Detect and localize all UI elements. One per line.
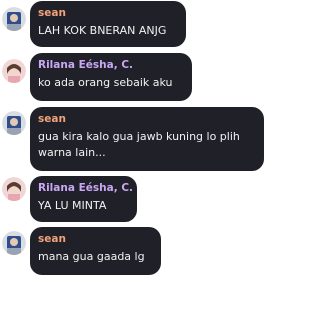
chat-message: sean gua kira kalo gua jawb kuning lo pl… bbox=[0, 107, 267, 172]
rilana-avatar-icon[interactable] bbox=[2, 59, 26, 83]
sender-name[interactable]: Rilana Eésha, C. bbox=[38, 58, 182, 72]
sender-name[interactable]: sean bbox=[38, 232, 151, 246]
sean-avatar-icon[interactable] bbox=[2, 111, 26, 135]
sean-avatar-icon[interactable] bbox=[2, 231, 26, 255]
message-bubble: sean LAH KOK BNERAN ANJG bbox=[30, 1, 186, 47]
chat-message: Rilana Eésha, C. YA LU MINTA bbox=[0, 176, 267, 224]
chat-message: sean mana gua gaada lg bbox=[0, 227, 267, 277]
message-text: LAH KOK BNERAN ANJG bbox=[38, 24, 167, 37]
sender-name[interactable]: sean bbox=[38, 112, 254, 126]
message-bubble: Rilana Eésha, C. YA LU MINTA bbox=[30, 176, 137, 222]
message-bubble: sean mana gua gaada lg bbox=[30, 227, 161, 275]
sender-name[interactable]: Rilana Eésha, C. bbox=[38, 181, 133, 195]
message-text: YA LU MINTA bbox=[38, 199, 107, 212]
chat-message: sean LAH KOK BNERAN ANJG bbox=[0, 0, 267, 48]
message-text: ko ada orang sebaik aku bbox=[38, 76, 173, 89]
message-bubble: sean gua kira kalo gua jawb kuning lo pl… bbox=[30, 107, 264, 171]
message-text: mana gua gaada lg bbox=[38, 250, 145, 263]
rilana-avatar-icon[interactable] bbox=[2, 177, 26, 201]
sean-avatar-icon[interactable] bbox=[2, 7, 26, 31]
message-bubble: Rilana Eésha, C. ko ada orang sebaik aku bbox=[30, 53, 192, 101]
sender-name[interactable]: sean bbox=[38, 6, 176, 20]
chat-message: Rilana Eésha, C. ko ada orang sebaik aku bbox=[0, 53, 267, 103]
message-text: gua kira kalo gua jawb kuning lo plih wa… bbox=[38, 130, 240, 159]
chat-log: sean LAH KOK BNERAN ANJG Rilana Eésha, C… bbox=[0, 0, 267, 320]
